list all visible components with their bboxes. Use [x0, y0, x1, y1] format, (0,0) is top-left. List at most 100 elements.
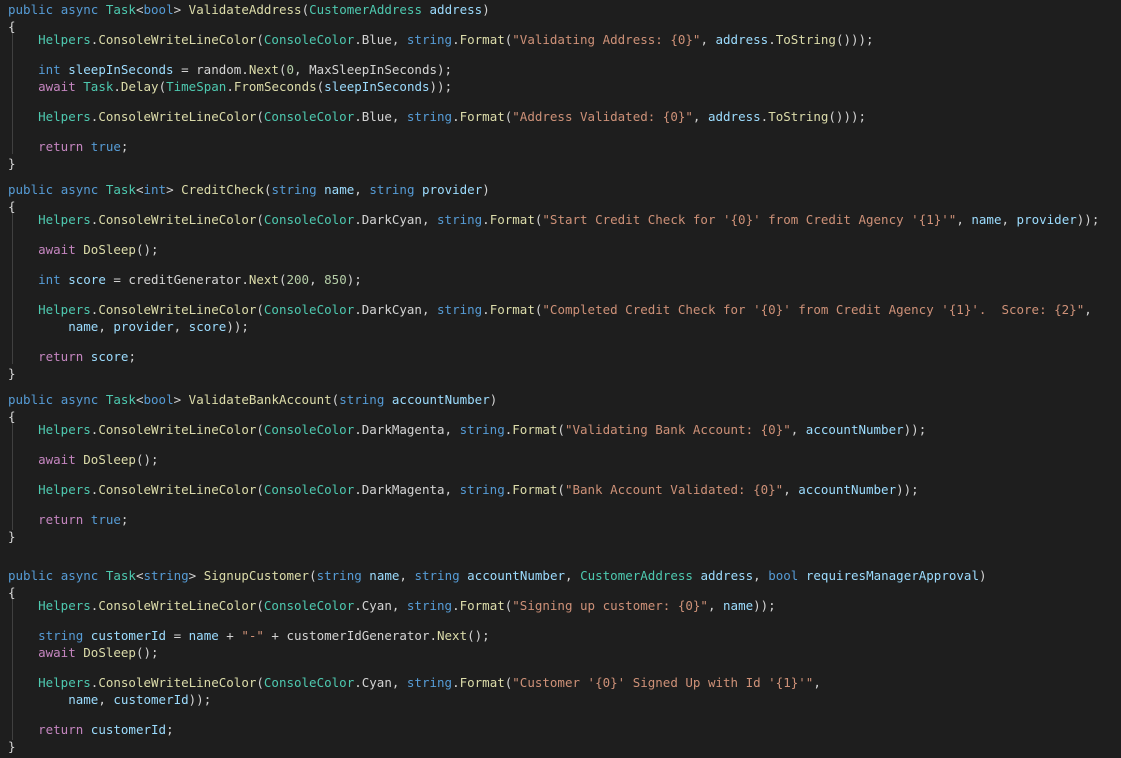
code-token: "Validating Bank Account: {0}"	[564, 422, 791, 437]
code-token: ,	[1084, 302, 1092, 317]
code-token: return	[38, 512, 84, 527]
code-line: }	[8, 366, 16, 382]
code-line: await DoSleep();	[8, 645, 158, 661]
code-token: "Validating Address: {0}"	[512, 32, 701, 47]
code-token: Next	[248, 62, 279, 77]
code-token: ConsoleWriteLineColor	[98, 598, 257, 613]
code-line: return score;	[8, 349, 136, 365]
code-token: Format	[459, 675, 505, 690]
code-token: ,	[98, 692, 114, 707]
code-token: Task	[105, 182, 136, 197]
code-token: ConsoleColor	[263, 32, 355, 47]
code-token: address	[715, 32, 769, 47]
code-token: >	[188, 568, 204, 583]
code-editor[interactable]: public async Task<bool> ValidateAddress(…	[0, 0, 1121, 758]
code-token: ));	[429, 79, 453, 94]
code-line: public async Task<int> CreditCheck(strin…	[8, 182, 490, 198]
code-line: public async Task<string> SignupCustomer…	[8, 568, 987, 584]
code-token: .Blue,	[354, 32, 407, 47]
code-token: string	[459, 482, 505, 497]
code-token: .	[452, 675, 460, 690]
code-token: ConsoleColor	[263, 422, 355, 437]
code-token: .	[768, 32, 776, 47]
code-token: address	[700, 568, 754, 583]
code-token: )	[978, 568, 987, 583]
code-token: int	[38, 62, 61, 77]
code-line: Helpers. ConsoleWriteLineColor(ConsoleCol…	[8, 212, 1099, 228]
code-token: string	[437, 302, 483, 317]
code-line: name, customerId));	[8, 692, 211, 708]
code-token: );	[346, 272, 362, 287]
code-token: (	[256, 482, 264, 497]
code-token: }	[8, 156, 16, 171]
code-token: name	[68, 319, 99, 334]
code-line: public async Task<bool> ValidateBankAcco…	[8, 392, 497, 408]
code-token: (	[256, 422, 264, 437]
code-token: (	[557, 422, 565, 437]
code-token: name	[971, 212, 1002, 227]
code-token: "Address Validated: {0}"	[512, 109, 693, 124]
code-token: .	[452, 32, 460, 47]
code-token: Helpers	[38, 32, 91, 47]
code-token: ConsoleColor	[263, 598, 355, 613]
code-token: = random.	[173, 62, 249, 77]
code-token: (	[256, 212, 264, 227]
code-token: requiresManagerApproval	[805, 568, 979, 583]
code-token: ,	[813, 675, 821, 690]
code-token: public	[8, 2, 54, 17]
code-token: accountNumber	[391, 392, 490, 407]
code-token: ConsoleColor	[263, 109, 355, 124]
code-token: .DarkCyan,	[354, 302, 438, 317]
code-token: CreditCheck	[181, 182, 264, 197]
code-token: ValidateBankAccount	[188, 392, 332, 407]
code-token: )	[482, 182, 490, 197]
code-token: async	[60, 2, 99, 17]
code-line: }	[8, 156, 16, 172]
code-token: "Customer '{0}' Signed Up with Id '{1}'"	[512, 675, 814, 690]
code-token: ,	[956, 212, 972, 227]
code-token: string	[406, 32, 453, 47]
code-token: <	[135, 2, 144, 17]
code-token: Task	[105, 392, 136, 407]
code-token: ConsoleColor	[263, 302, 355, 317]
code-token: ,	[98, 319, 114, 334]
code-token: "Completed Credit Check for '{0}' from C…	[542, 302, 1085, 317]
code-token: ));	[903, 422, 927, 437]
code-token: ConsoleColor	[263, 675, 355, 690]
code-token: .	[482, 212, 490, 227]
code-token: (	[256, 675, 264, 690]
code-line: Helpers. ConsoleWriteLineColor(ConsoleCol…	[8, 302, 1092, 318]
code-token: ();	[135, 242, 159, 257]
code-token: string	[414, 568, 460, 583]
code-token: name	[188, 628, 219, 643]
code-line: Helpers. ConsoleWriteLineColor(ConsoleCol…	[8, 32, 873, 48]
code-token: )	[489, 392, 498, 407]
code-token: "Start Credit Check for '{0}' from Credi…	[542, 212, 957, 227]
code-token: .DarkCyan,	[354, 212, 438, 227]
code-line: }	[8, 529, 16, 545]
code-token: Format	[459, 109, 505, 124]
code-line: public async Task<bool> ValidateAddress(…	[8, 2, 490, 18]
code-token: , MaxSleepInSeconds);	[294, 62, 453, 77]
code-token: "-"	[241, 628, 264, 643]
code-token: .	[452, 109, 460, 124]
code-token: sleepInSeconds	[68, 62, 174, 77]
code-token: ));	[753, 598, 776, 613]
code-token: Task	[105, 2, 136, 17]
code-token: >	[173, 392, 189, 407]
code-token: .	[482, 302, 490, 317]
code-line: Helpers. ConsoleWriteLineColor(ConsoleCol…	[8, 598, 776, 614]
